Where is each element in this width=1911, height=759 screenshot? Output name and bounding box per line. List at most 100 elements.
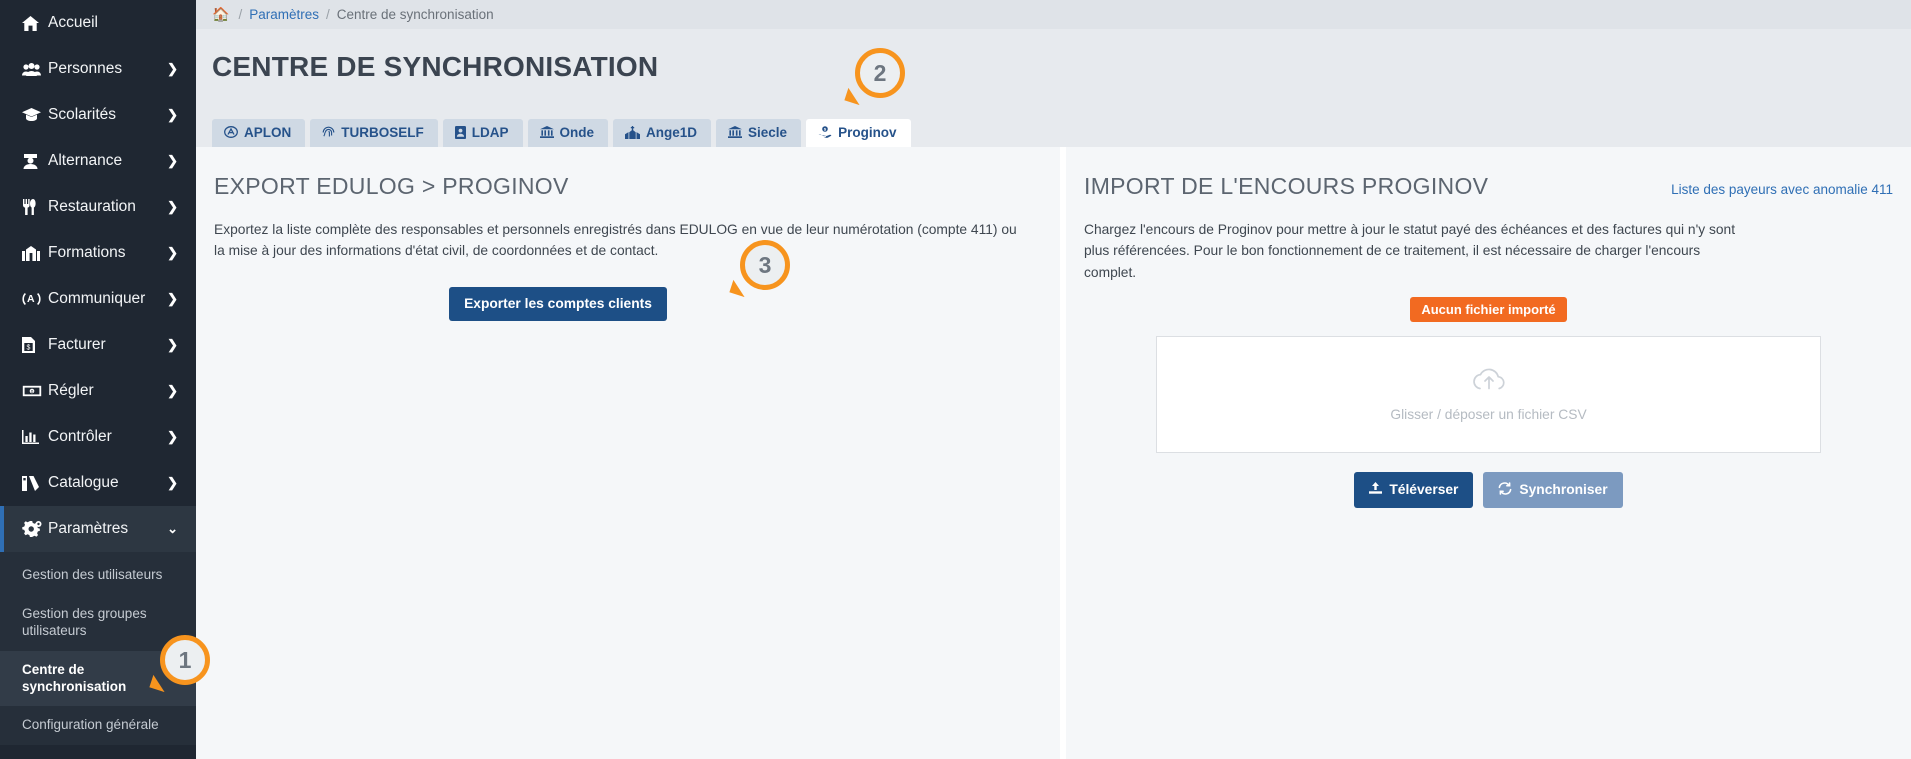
chevron-right-icon: ❯	[167, 291, 178, 306]
export-panel-title: EXPORT EDULOG > PROGINOV	[214, 173, 569, 199]
gears-icon	[22, 521, 48, 537]
tab-ldap[interactable]: LDAP	[442, 118, 523, 147]
sidebar-item-parametres[interactable]: Paramètres ⌄	[0, 506, 196, 552]
status-badge: Aucun fichier importé	[1410, 297, 1567, 323]
dropzone-label: Glisser / déposer un fichier CSV	[1390, 406, 1587, 422]
chevron-right-icon: ❯	[167, 429, 178, 444]
sidebar-item-label: Contrôler	[48, 428, 112, 445]
page-header: CENTRE DE SYNCHRONISATION	[196, 29, 1911, 115]
money-bill-icon: 0	[22, 385, 48, 397]
chevron-right-icon: ❯	[167, 61, 178, 76]
user-tie-icon	[22, 153, 48, 169]
home-icon	[22, 15, 48, 31]
sidebar-item-accueil[interactable]: Accueil	[0, 0, 196, 46]
sidebar-item-label: Facturer	[48, 336, 106, 353]
sidebar-subitem-configuration-generale[interactable]: Configuration générale	[0, 706, 196, 745]
import-status-row: Aucun fichier importé	[1084, 297, 1893, 323]
sidebar-item-label: Catalogue	[48, 474, 119, 491]
sidebar-item-label: Alternance	[48, 152, 123, 169]
callout-marker-3: 3	[740, 240, 790, 290]
tab-siecle[interactable]: Siecle	[716, 118, 802, 147]
sidebar-item-label: Accueil	[48, 14, 98, 31]
sidebar-item-facturer[interactable]: $ Facturer ❯	[0, 322, 196, 368]
school-icon	[22, 245, 48, 261]
callout-marker-2: 2	[855, 48, 905, 98]
sidebar-item-regler[interactable]: 0 Régler ❯	[0, 368, 196, 414]
chevron-right-icon: ❯	[167, 245, 178, 260]
liste-payeurs-anomalie-link[interactable]: Liste des payeurs avec anomalie 411	[1671, 182, 1893, 197]
sidebar-item-communiquer[interactable]: A Communiquer ❯	[0, 276, 196, 322]
sidebar-item-restauration[interactable]: Restauration ❯	[0, 184, 196, 230]
sidebar-item-catalogue[interactable]: Catalogue ❯	[0, 460, 196, 506]
synchroniser-button[interactable]: Synchroniser	[1483, 472, 1623, 508]
page-title: CENTRE DE SYNCHRONISATION	[212, 51, 659, 82]
televerser-button[interactable]: Téléverser	[1354, 472, 1474, 508]
tab-onde[interactable]: Onde	[527, 118, 609, 147]
app-root: Accueil Personnes ❯ Scolarités ❯ Alterna…	[0, 0, 1911, 759]
sidebar-item-controler[interactable]: Contrôler ❯	[0, 414, 196, 460]
hand-coin-icon: $	[818, 125, 832, 139]
synchroniser-label: Synchroniser	[1519, 482, 1608, 498]
sidebar-item-personnes[interactable]: Personnes ❯	[0, 46, 196, 92]
chevron-right-icon: ❯	[167, 383, 178, 398]
aplon-icon	[224, 126, 238, 139]
svg-text:0: 0	[31, 389, 34, 394]
import-panel-header: IMPORT DE L'ENCOURS PROGINOV Liste des p…	[1084, 173, 1893, 200]
breadcrumb-parent-link[interactable]: Paramètres	[249, 7, 319, 22]
main-area: 🏠 / Paramètres / Centre de synchronisati…	[196, 0, 1911, 759]
chevron-right-icon: ❯	[167, 475, 178, 490]
tab-label: TURBOSELF	[341, 124, 424, 140]
export-panel-description: Exportez la liste complète des responsab…	[214, 222, 1017, 259]
tab-label: Onde	[559, 124, 595, 140]
import-panel-description: Chargez l'encours de Proginov pour mettr…	[1084, 222, 1736, 280]
cloud-upload-icon	[1471, 368, 1507, 398]
sidebar-item-alternance[interactable]: Alternance ❯	[0, 138, 196, 184]
sidebar-item-label: Communiquer	[48, 290, 146, 307]
utensils-icon	[22, 199, 48, 215]
sidebar-item-formations[interactable]: Formations ❯	[0, 230, 196, 276]
sidebar-item-label: Paramètres	[48, 520, 129, 537]
sidebar-subitem-gestion-des-utilisateurs[interactable]: Gestion des utilisateurs	[0, 556, 196, 595]
sidebar-item-label: Restauration	[48, 198, 136, 215]
export-comptes-clients-button[interactable]: Exporter les comptes clients	[449, 286, 667, 321]
export-panel-header: EXPORT EDULOG > PROGINOV	[214, 173, 1042, 200]
import-panel-title: IMPORT DE L'ENCOURS PROGINOV	[1084, 173, 1489, 199]
csv-dropzone[interactable]: Glisser / déposer un fichier CSV	[1156, 336, 1821, 454]
tab-turboself[interactable]: TURBOSELF	[310, 118, 438, 147]
bank-icon	[728, 126, 743, 139]
tab-label: APLON	[244, 124, 292, 140]
callout-marker-1: 1	[160, 635, 210, 685]
tab-label: LDAP	[471, 124, 509, 140]
bank-icon	[539, 126, 554, 139]
tab-aplon[interactable]: APLON	[212, 118, 306, 147]
id-card-icon	[454, 125, 466, 139]
chevron-down-icon: ⌄	[167, 521, 178, 536]
chevron-right-icon: ❯	[167, 199, 178, 214]
export-panel: EXPORT EDULOG > PROGINOV Exportez la lis…	[196, 147, 1066, 759]
televerser-label: Téléverser	[1389, 482, 1459, 498]
breadcrumb-separator: /	[325, 7, 330, 22]
people-icon	[22, 62, 48, 76]
church-icon	[625, 125, 641, 139]
import-actions: Téléverser Synchroniser	[1156, 472, 1821, 508]
breadcrumb: 🏠 / Paramètres / Centre de synchronisati…	[196, 0, 1911, 29]
tab-label: Proginov	[838, 124, 897, 140]
tab-proginov[interactable]: $ Proginov	[806, 118, 911, 147]
chevron-right-icon: ❯	[167, 153, 178, 168]
home-icon[interactable]: 🏠	[212, 6, 229, 23]
sidebar-item-label: Formations	[48, 244, 126, 261]
sync-icon	[1498, 482, 1512, 498]
chevron-right-icon: ❯	[167, 337, 178, 352]
tab-ange1d[interactable]: Ange1D	[613, 118, 712, 147]
sidebar-item-label: Scolarités	[48, 106, 117, 123]
chart-bar-icon	[22, 430, 48, 444]
content-area: EXPORT EDULOG > PROGINOV Exportez la lis…	[196, 147, 1911, 759]
export-button-row: Exporter les comptes clients	[214, 286, 1042, 321]
breadcrumb-separator: /	[238, 7, 243, 22]
svg-text:$: $	[27, 345, 31, 352]
invoice-icon: $	[22, 337, 48, 353]
sidebar-item-label: Personnes	[48, 60, 123, 77]
sidebar-item-scolarites[interactable]: Scolarités ❯	[0, 92, 196, 138]
broadcast-icon: A	[22, 292, 48, 306]
catalog-icon	[22, 475, 48, 491]
